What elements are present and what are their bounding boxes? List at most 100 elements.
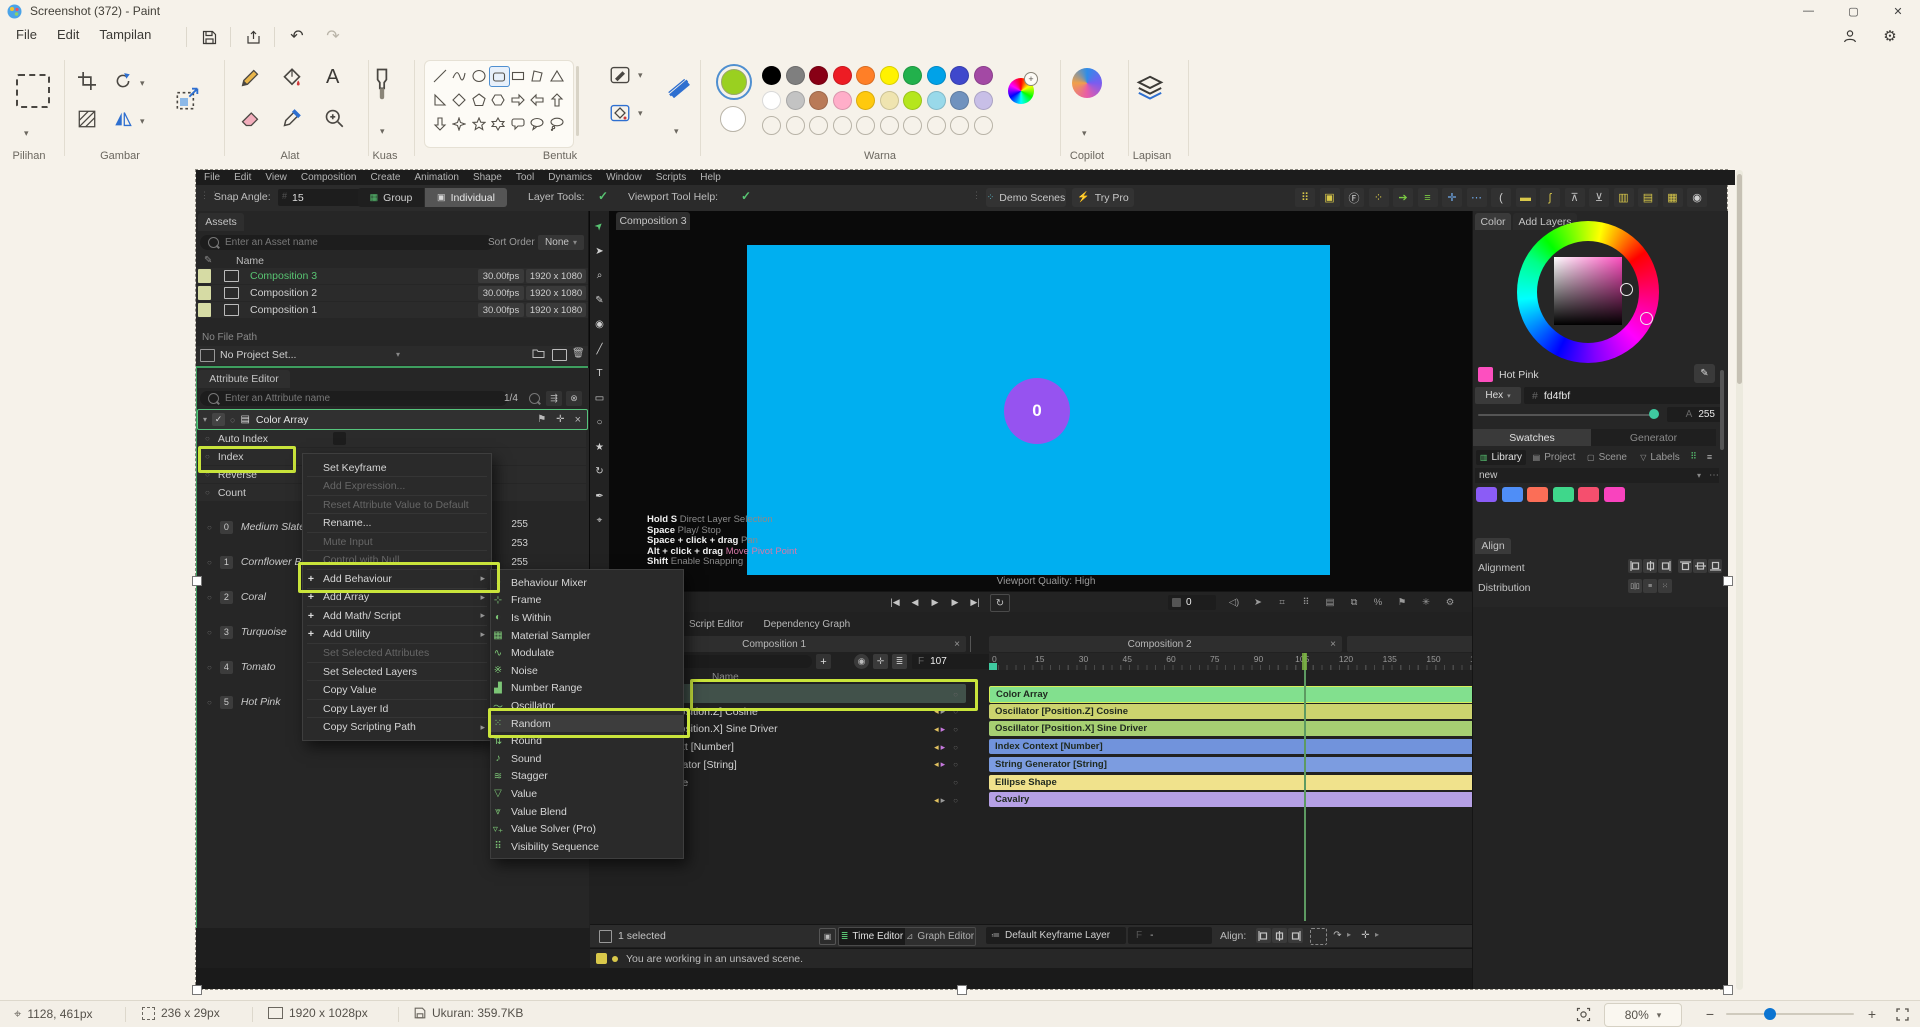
menu-item-add-array[interactable]: +Add Array▸ — [303, 588, 491, 607]
brush-tool[interactable] — [370, 68, 396, 102]
snap-angle-value[interactable]: 15 — [292, 192, 304, 204]
shape-speech-oval[interactable] — [528, 114, 547, 133]
paint-menu-file[interactable]: File — [6, 23, 47, 46]
source-project[interactable]: ▤Project — [1529, 450, 1579, 465]
grid-view-button[interactable]: ⠿ — [1687, 450, 1700, 463]
keyframe-dot-icon[interactable]: ○ — [953, 690, 958, 699]
swatch-chip[interactable] — [1553, 487, 1574, 502]
cursor-icon[interactable]: ➤ — [1250, 595, 1266, 610]
submenu-item-number-range[interactable]: ▟Number Range — [491, 680, 683, 698]
rows-icon[interactable]: ▤ — [1322, 595, 1338, 610]
swatch-chip[interactable] — [1604, 487, 1625, 502]
trash-icon[interactable]: 🗑 — [572, 348, 585, 359]
align-tab[interactable]: Align — [1475, 538, 1511, 554]
palette-color[interactable] — [950, 91, 969, 110]
alpha-thumb[interactable] — [1649, 409, 1659, 419]
dist-v-button[interactable]: ≡ — [1643, 579, 1657, 593]
group-toggle[interactable]: ▦Group — [358, 188, 424, 207]
pen-tool-icon[interactable]: ✎ — [592, 293, 607, 308]
shape-speech-rounded[interactable] — [508, 114, 527, 133]
text-tool-icon[interactable]: T — [592, 366, 607, 381]
camera-tool-icon[interactable]: ◉ — [592, 317, 607, 332]
align-c-button[interactable] — [1272, 928, 1287, 943]
filmstrip-icon[interactable]: ▬ — [1516, 188, 1536, 207]
cavalry-menu-create[interactable]: Create — [370, 172, 400, 183]
attribute-search-input[interactable]: Enter an Attribute name — [200, 391, 508, 406]
grid-view-icon[interactable]: ▦ — [1663, 188, 1683, 207]
brush-dropdown[interactable]: ▾ — [380, 126, 385, 137]
palette-color[interactable] — [903, 66, 922, 85]
playhead-line[interactable] — [1304, 653, 1306, 921]
hex-value-field[interactable]: #fd4fbf — [1524, 387, 1723, 404]
keyframe-dot-icon[interactable]: ○ — [207, 628, 212, 637]
canvas-handle-bottom-left[interactable] — [192, 985, 202, 995]
submenu-item-noise[interactable]: ※Noise — [491, 662, 683, 680]
thumbnail-icon[interactable] — [1572, 1004, 1594, 1024]
asset-row[interactable]: Composition 130.00fps1920 x 1080 — [196, 302, 588, 318]
percent-icon[interactable]: % — [1370, 595, 1386, 610]
tab-generator[interactable]: Generator — [1591, 429, 1716, 446]
timeline-comp2-tab[interactable]: Composition 2× — [989, 636, 1342, 652]
bottom-frame-field[interactable]: F- — [1128, 927, 1212, 944]
shape-rectangle[interactable] — [508, 66, 527, 85]
submenu-item-stagger[interactable]: ≋Stagger — [491, 768, 683, 786]
palette-color[interactable] — [927, 66, 946, 85]
copilot-dropdown[interactable]: ▾ — [1082, 128, 1087, 139]
submenu-item-value-solver-pro-[interactable]: ▿₊Value Solver (Pro) — [491, 820, 683, 838]
palette-color[interactable] — [809, 91, 828, 110]
next-key-icon[interactable]: ▸ — [941, 795, 946, 806]
prev-key-icon[interactable]: ◂ — [934, 795, 939, 806]
menu-item-set-keyframe[interactable]: Set Keyframe — [303, 458, 491, 477]
attribute-row[interactable]: ○Auto Index — [197, 430, 586, 447]
snap-angle-field[interactable]: #15 — [278, 189, 360, 206]
columns-icon[interactable]: ▥ — [1614, 188, 1634, 207]
cavalry-menu-tool[interactable]: Tool — [516, 172, 534, 183]
palette-color[interactable] — [903, 91, 922, 110]
tab-swatches[interactable]: Swatches — [1473, 429, 1591, 446]
shape-fill-dropdown[interactable]: ▾ — [638, 108, 643, 119]
solo-icon[interactable]: ○ — [230, 415, 235, 425]
bring-front-icon[interactable]: ⊻ — [1589, 188, 1609, 207]
keyframe-dot-icon[interactable]: ○ — [205, 452, 210, 461]
list-view-button[interactable]: ≡ — [1703, 450, 1716, 463]
step-forward-button[interactable]: ▶ — [946, 595, 964, 610]
demo-scenes-button[interactable]: ⁘Demo Scenes — [986, 188, 1066, 207]
playhead-head[interactable] — [1302, 653, 1307, 670]
submenu-item-modulate[interactable]: ∿Modulate — [491, 644, 683, 662]
keyframe-dot-icon[interactable]: ○ — [205, 434, 210, 443]
particles-icon[interactable]: ⁘ — [1369, 188, 1389, 207]
flag-icon[interactable]: ⚑ — [1394, 595, 1410, 610]
move-keys-icon[interactable]: ✛ — [873, 654, 888, 669]
rotate-dropdown[interactable]: ▾ — [140, 78, 145, 89]
project-set-dropdown[interactable]: No Project Set... — [220, 349, 296, 361]
prev-key-icon[interactable]: ◂ — [934, 706, 939, 717]
palette-color[interactable] — [856, 66, 875, 85]
cavalry-menu-help[interactable]: Help — [700, 172, 721, 183]
asset-row[interactable]: Composition 230.00fps1920 x 1080 — [196, 285, 588, 301]
select-tool-icon[interactable]: ➤ — [589, 216, 610, 237]
prev-key-icon[interactable]: ◂ — [934, 742, 939, 753]
cavalry-menu-view[interactable]: View — [265, 172, 287, 183]
shapes-scrollbar[interactable] — [576, 66, 579, 136]
curve-icon[interactable]: ( — [1491, 188, 1511, 207]
crop-button[interactable] — [78, 72, 98, 92]
filter-button[interactable]: ⇶ — [546, 391, 562, 406]
tab-script-editor[interactable]: Script Editor — [683, 616, 749, 633]
clear-search-button[interactable]: ⊗ — [566, 391, 582, 406]
alignment-v-b-button[interactable] — [1708, 559, 1722, 573]
sv-handle[interactable] — [1620, 283, 1633, 296]
shape-polygon[interactable] — [528, 66, 547, 85]
alignment-h-l-button[interactable] — [1628, 559, 1642, 573]
palette-color[interactable] — [762, 91, 781, 110]
dots-icon[interactable]: ⋯ — [1467, 188, 1487, 207]
color1-swatch[interactable] — [716, 64, 752, 100]
shape-star-4[interactable] — [450, 114, 469, 133]
size-dropdown[interactable]: ▾ — [674, 126, 679, 137]
keyframe-dot-icon[interactable]: ○ — [205, 488, 210, 497]
cavalry-menu-scripts[interactable]: Scripts — [656, 172, 687, 183]
color-picker-tool[interactable] — [282, 108, 304, 130]
palette-empty-slot[interactable] — [974, 116, 993, 135]
shape-right-triangle[interactable] — [430, 90, 449, 109]
auto-index-checkbox[interactable] — [333, 432, 346, 445]
palette-color[interactable] — [974, 66, 993, 85]
